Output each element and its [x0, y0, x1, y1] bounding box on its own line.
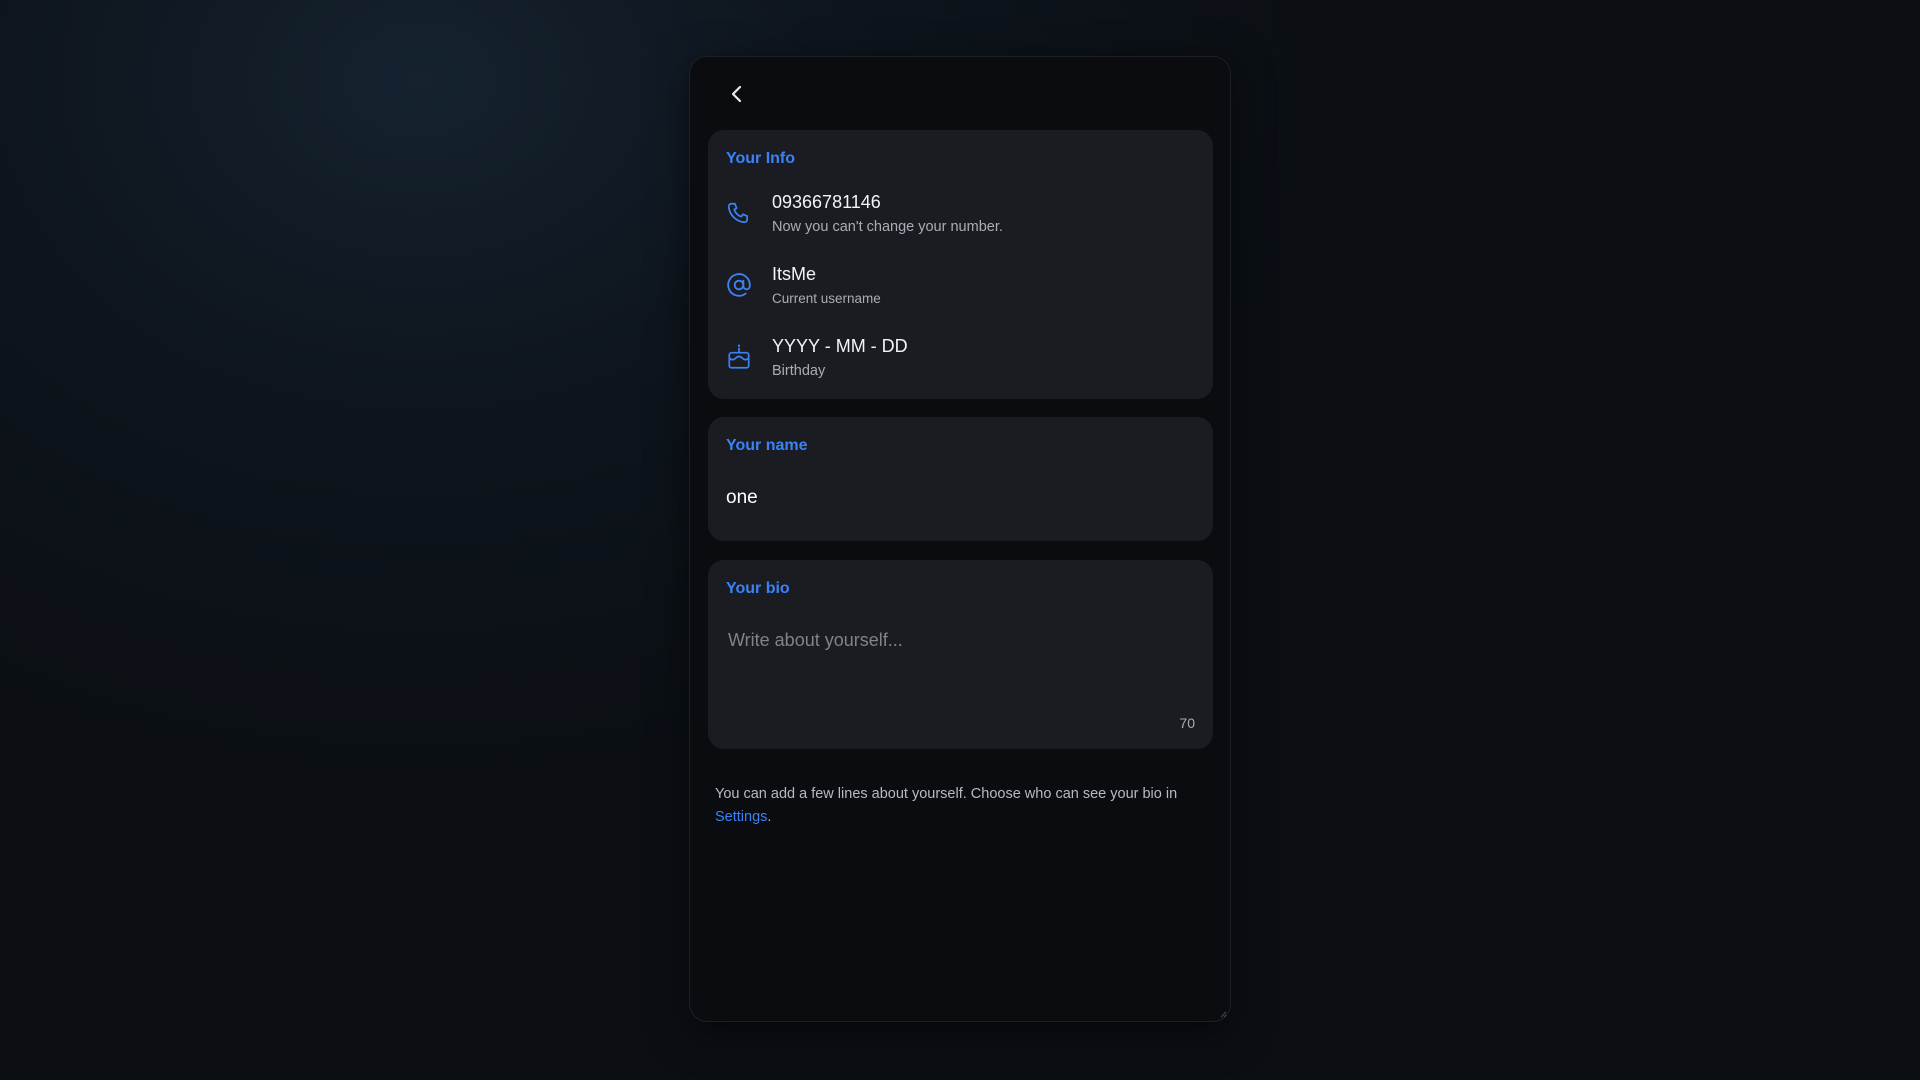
birthday-value: YYYY - MM - DD [772, 335, 908, 356]
phone-row[interactable]: 09366781146 Now you can't change your nu… [726, 184, 1195, 242]
chevron-left-icon [731, 85, 742, 103]
helper-text: You can add a few lines about yourself. … [715, 786, 1178, 802]
your-info-card: Your Info 09366781146 Now you can't chan… [708, 130, 1213, 399]
back-button[interactable] [726, 83, 748, 105]
birthday-note: Birthday [772, 362, 826, 379]
your-name-card[interactable]: Your name one [708, 417, 1213, 541]
bio-input[interactable] [726, 620, 1190, 660]
bio-helper-text: You can add a few lines about yourself. … [715, 783, 1195, 829]
username-value: ItsMe [772, 263, 817, 284]
at-sign-icon [726, 272, 752, 298]
birthday-row[interactable]: YYYY - MM - DD Birthday [726, 328, 1195, 386]
your-bio-card: Your bio 70 [708, 560, 1213, 749]
profile-edit-panel: Your Info 09366781146 Now you can't chan… [689, 56, 1231, 1022]
username-row[interactable]: ItsMe Current username [726, 256, 1195, 314]
your-bio-title: Your bio [726, 580, 790, 597]
username-note: Current username [772, 290, 881, 306]
resize-grip-icon[interactable] [1219, 1010, 1227, 1018]
helper-end: . [767, 809, 772, 825]
name-field[interactable]: one [726, 487, 758, 509]
your-info-title: Your Info [726, 150, 796, 167]
phone-icon [726, 200, 752, 226]
phone-note: Now you can't change your number. [772, 218, 1003, 235]
your-name-title: Your name [726, 437, 808, 454]
cake-icon [726, 344, 752, 370]
settings-link[interactable]: Settings [715, 809, 767, 825]
bio-char-counter: 70 [1179, 715, 1195, 731]
phone-number: 09366781146 [772, 191, 881, 212]
